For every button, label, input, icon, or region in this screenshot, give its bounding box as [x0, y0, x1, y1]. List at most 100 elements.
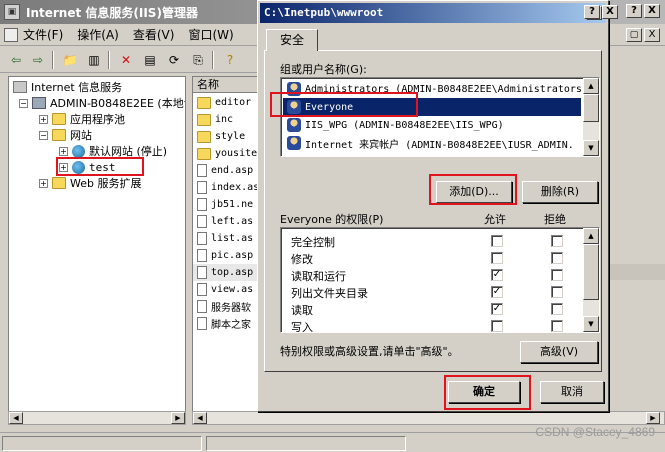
list-item[interactable]: view.as [197, 281, 253, 298]
cancel-button[interactable]: 取消 [540, 381, 604, 403]
details-pane-edge [600, 46, 665, 424]
status-cell [2, 436, 202, 451]
menu-file[interactable]: 文件(F) [23, 26, 63, 43]
window-menu-icon[interactable] [4, 27, 18, 42]
tree-item-root[interactable]: Internet 信息服务 [13, 79, 122, 95]
allow-checkbox[interactable]: ✓ [491, 303, 503, 315]
tree-hscrollbar[interactable]: ◀ ▶ [8, 411, 186, 425]
main-window-title: Internet 信息服务(IIS)管理器 [26, 5, 198, 20]
collapse-icon[interactable]: − [39, 130, 48, 140]
tree-pane[interactable]: Internet 信息服务 − ADMIN-B0848E2EE (本地计 + 应… [8, 76, 186, 424]
inner-close-button[interactable]: X [644, 28, 660, 42]
user-label: Administrators (ADMIN-B0848E2EE\Administ… [305, 83, 582, 95]
scroll-thumb[interactable] [583, 94, 599, 122]
list-item[interactable]: inc [197, 111, 233, 128]
tree-item-test-site[interactable]: + test [59, 159, 116, 175]
allow-checkbox[interactable] [491, 252, 503, 264]
list-item[interactable]: style [197, 128, 245, 145]
deny-checkbox[interactable] [551, 252, 563, 264]
list-item[interactable]: yousite [197, 145, 257, 162]
dialog-close-button[interactable]: X [602, 5, 618, 19]
main-close-button[interactable]: X [644, 4, 660, 18]
forward-icon[interactable]: ⇨ [28, 51, 48, 69]
advanced-button[interactable]: 高级(V) [520, 341, 598, 363]
list-item[interactable]: editor [197, 94, 251, 111]
user-label: Internet 来宾帐户 (ADMIN-B0848E2EE\IUSR_ADMI… [305, 139, 574, 151]
refresh-icon[interactable]: ⟳ [164, 51, 184, 69]
list-item[interactable]: left.as [197, 213, 253, 230]
scroll-right-icon[interactable]: ▶ [171, 412, 185, 424]
file-list-pane[interactable]: 名称 editor inc style yousite end.asp inde… [192, 76, 260, 424]
tree-item-computer[interactable]: − ADMIN-B0848E2EE (本地计 [19, 95, 185, 111]
inner-restore-button[interactable]: ▢ [626, 28, 642, 42]
tree-label: 默认网站 (停止) [89, 145, 168, 158]
user-item-iis-wpg[interactable]: IIS_WPG (ADMIN-B0848E2EE\IIS_WPG) [283, 116, 581, 134]
list-item[interactable]: end.asp [197, 162, 253, 179]
list-item[interactable]: jb51.ne [197, 196, 253, 213]
folder-icon [52, 113, 66, 125]
list-hscrollbar[interactable]: ◀ ▶ [192, 411, 665, 425]
add-button[interactable]: 添加(D)... [436, 181, 512, 203]
deny-checkbox[interactable] [551, 286, 563, 298]
users-vscrollbar[interactable]: ▲ ▼ [583, 78, 599, 156]
list-item[interactable]: 脚本之家 [197, 315, 251, 332]
help-icon[interactable]: ? [220, 51, 240, 69]
expand-icon[interactable]: + [39, 114, 48, 124]
tree-item-app-pools[interactable]: + 应用程序池 [39, 111, 125, 127]
folder-icon [52, 129, 66, 141]
users-listbox[interactable]: Administrators (ADMIN-B0848E2EE\Administ… [280, 77, 600, 157]
main-help-button[interactable]: ? [626, 4, 642, 18]
user-item-administrators[interactable]: Administrators (ADMIN-B0848E2EE\Administ… [283, 80, 582, 98]
deny-checkbox[interactable] [551, 269, 563, 281]
export-icon[interactable]: ⎘ [188, 51, 208, 69]
dialog-help-button[interactable]: ? [584, 5, 600, 19]
scroll-thumb[interactable] [583, 244, 599, 300]
file-name: 脚本之家 [211, 320, 251, 331]
allow-checkbox[interactable] [491, 320, 503, 332]
collapse-icon[interactable]: − [19, 98, 28, 108]
scroll-down-icon[interactable]: ▼ [583, 140, 599, 156]
user-item-everyone[interactable]: Everyone [283, 98, 581, 116]
scroll-down-icon[interactable]: ▼ [583, 316, 599, 332]
list-item[interactable]: top.asp [193, 264, 257, 281]
list-item[interactable]: index.as [197, 179, 259, 196]
tree-item-websites[interactable]: − 网站 [39, 127, 92, 143]
toolbar-separator [212, 51, 214, 69]
tree-item-web-ext[interactable]: + Web 服务扩展 [39, 175, 141, 191]
back-icon[interactable]: ⇦ [6, 51, 26, 69]
tab-security[interactable]: 安全 [266, 29, 318, 51]
remove-button[interactable]: 删除(R) [522, 181, 598, 203]
permissions-vscrollbar[interactable]: ▲ ▼ [583, 228, 599, 332]
tree-item-default-site[interactable]: + 默认网站 (停止) [59, 143, 167, 159]
allow-checkbox[interactable] [491, 235, 503, 247]
iis-icon [13, 81, 27, 93]
menu-action[interactable]: 操作(A) [77, 26, 119, 43]
list-item[interactable]: list.as [197, 230, 253, 247]
menu-window[interactable]: 窗口(W) [188, 26, 233, 43]
scroll-left-icon[interactable]: ◀ [193, 412, 207, 424]
up-folder-icon[interactable]: 📁 [60, 51, 80, 69]
scroll-up-icon[interactable]: ▲ [583, 78, 599, 94]
expand-icon[interactable]: + [59, 162, 68, 172]
scroll-right-icon[interactable]: ▶ [646, 412, 660, 424]
list-item[interactable]: pic.asp [197, 247, 253, 264]
allow-checkbox[interactable]: ✓ [491, 286, 503, 298]
expand-icon[interactable]: + [59, 146, 68, 156]
permission-row-modify: 修改 [281, 249, 581, 266]
deny-checkbox[interactable] [551, 320, 563, 332]
list-item[interactable]: 服务器软 [197, 298, 251, 315]
scroll-left-icon[interactable]: ◀ [9, 412, 23, 424]
column-header-name[interactable]: 名称 [193, 77, 259, 93]
show-tree-icon[interactable]: ▥ [84, 51, 104, 69]
deny-checkbox[interactable] [551, 235, 563, 247]
menu-view[interactable]: 查看(V) [133, 26, 175, 43]
properties-icon[interactable]: ▤ [140, 51, 160, 69]
delete-icon[interactable]: ✕ [116, 51, 136, 69]
allow-checkbox[interactable]: ✓ [491, 269, 503, 281]
ok-button[interactable]: 确定 [448, 381, 520, 403]
permissions-listbox[interactable]: 完全控制 修改 读取和运行 ✓ 列出文件夹目录 ✓ 读取 ✓ 写入 ▲ ▼ [280, 227, 600, 333]
scroll-up-icon[interactable]: ▲ [583, 228, 599, 244]
user-item-iusr[interactable]: Internet 来宾帐户 (ADMIN-B0848E2EE\IUSR_ADMI… [283, 134, 581, 152]
deny-checkbox[interactable] [551, 303, 563, 315]
expand-icon[interactable]: + [39, 178, 48, 188]
